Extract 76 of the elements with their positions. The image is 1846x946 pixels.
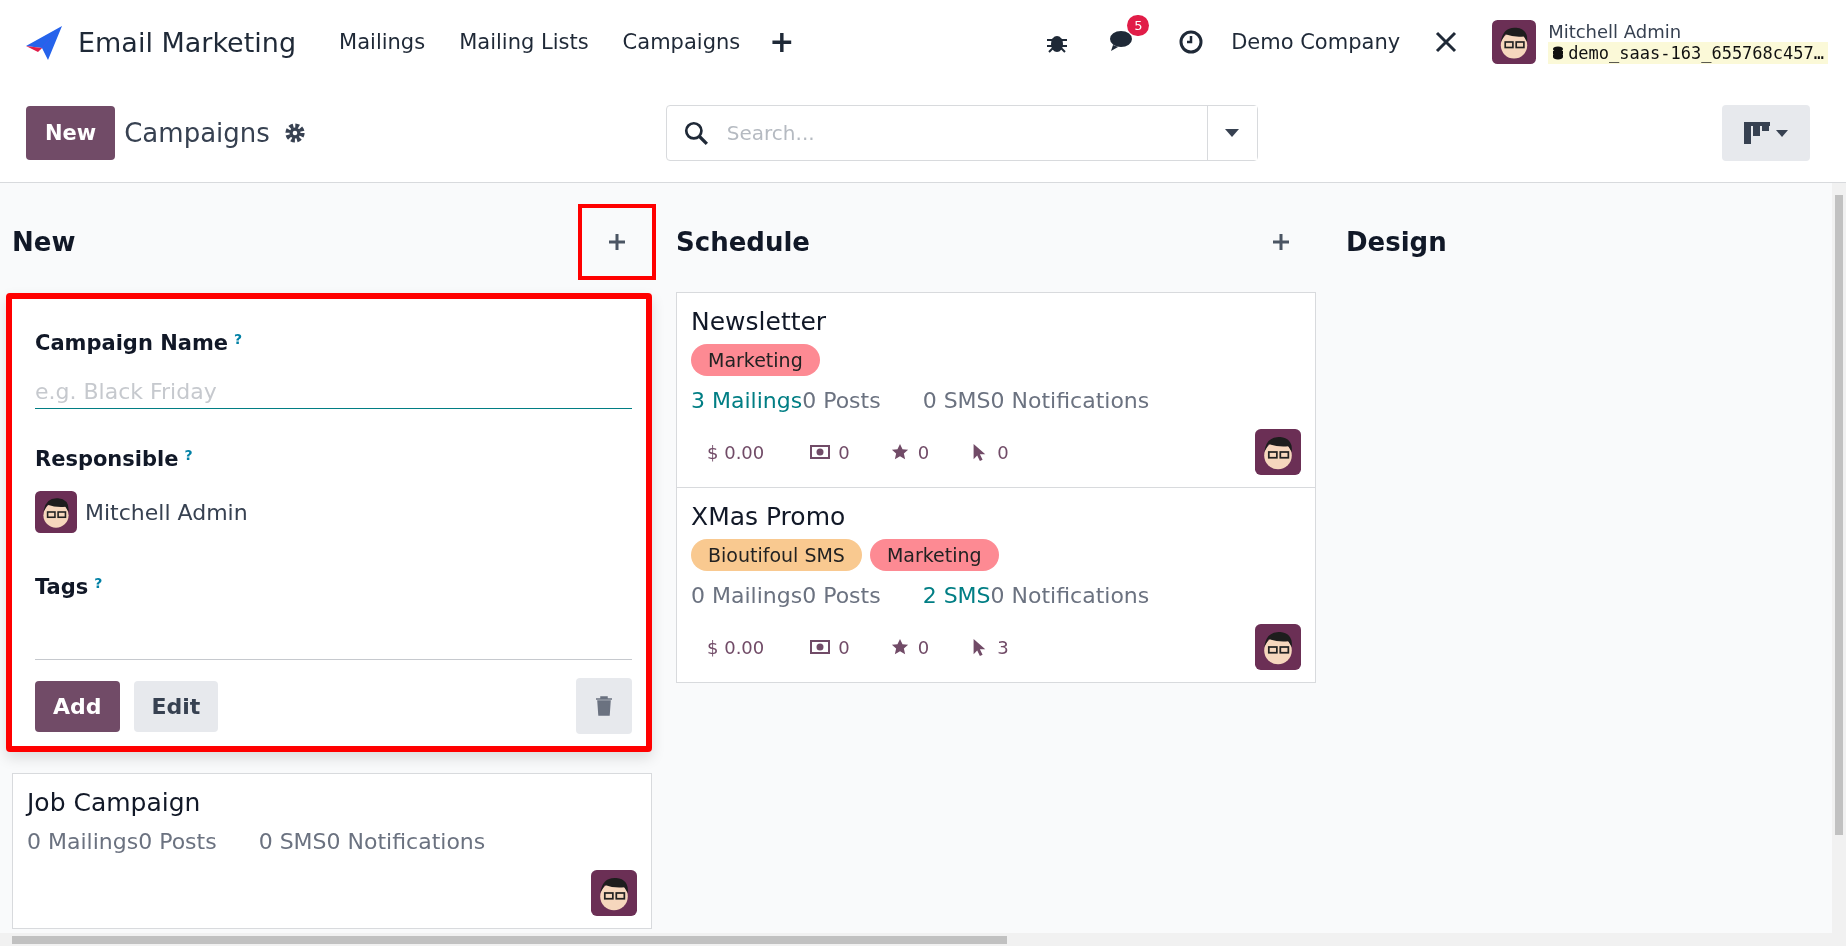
- app-name[interactable]: Email Marketing: [78, 26, 297, 58]
- page-title: Campaigns: [124, 118, 270, 148]
- help-icon[interactable]: ?: [234, 331, 243, 347]
- field-label: Responsible: [35, 447, 179, 471]
- menu-item[interactable]: Campaigns: [605, 22, 758, 62]
- avatar-icon: [591, 870, 637, 916]
- column-title: Design: [1346, 227, 1447, 257]
- plus-icon: [608, 233, 626, 251]
- avatar-icon: [1255, 429, 1301, 475]
- kanban-view-button[interactable]: [1722, 105, 1810, 161]
- avatar-icon: [1255, 624, 1301, 670]
- count-text[interactable]: 2 SMS: [922, 583, 991, 608]
- add-button[interactable]: Add: [35, 680, 120, 732]
- metric-value: 3: [997, 636, 1009, 658]
- metric-value: 0: [838, 441, 850, 463]
- column-title: New: [12, 227, 76, 257]
- search-field[interactable]: Search...: [724, 105, 1207, 161]
- search-options-button[interactable]: [1206, 106, 1257, 160]
- caret-icon: [1225, 129, 1240, 137]
- banknote-icon: [810, 638, 831, 656]
- count-text: 0 Mailings: [27, 829, 139, 854]
- metric-value: 0: [917, 441, 930, 463]
- help-icon[interactable]: ?: [184, 447, 193, 463]
- tag: Marketing: [869, 539, 999, 571]
- field-label: Campaign Name: [35, 331, 229, 355]
- count-text: 0 Posts: [802, 388, 881, 413]
- card-title: XMas Promo: [691, 502, 847, 531]
- notification-badge: 5: [1127, 15, 1150, 36]
- campaign-card[interactable]: Job Campaign 0 Mailings0 Posts 0 SMS0 Notifications: [12, 773, 652, 929]
- settings-icon[interactable]: [283, 122, 306, 144]
- avatar-icon: [35, 491, 77, 533]
- revenue-text: $ 0.00: [707, 636, 765, 658]
- metric-value: 0: [917, 636, 930, 658]
- column-title: Schedule: [676, 227, 810, 257]
- plus-icon: [1272, 233, 1290, 251]
- menu-item[interactable]: Mailing Lists: [442, 22, 606, 62]
- count-text: 0 SMS: [922, 388, 991, 413]
- caret-icon: [1776, 129, 1788, 137]
- add-menu-icon[interactable]: +: [757, 27, 807, 57]
- count-text: 0 Mailings: [691, 583, 803, 608]
- tag: Marketing: [691, 344, 820, 376]
- kanban-icon: [1744, 122, 1770, 144]
- new-button[interactable]: New: [26, 106, 116, 160]
- database-name: demo_saas-163_655768c457…: [1568, 42, 1824, 63]
- campaign-card[interactable]: XMas Promo Bioutifoul SMS Marketing 0 Mailings0 Posts 2 SMS0 Notifications $ 0.00 0 0 3: [676, 487, 1316, 683]
- menu-item[interactable]: Mailings: [322, 22, 443, 62]
- add-column-card-button[interactable]: [578, 204, 656, 280]
- name-field[interactable]: e.g. Black Friday: [35, 375, 632, 409]
- revenue-text: $ 0.00: [707, 441, 765, 463]
- count-text: 0 Notifications: [990, 388, 1150, 413]
- help-icon[interactable]: ?: [94, 575, 103, 591]
- count-text: 0 Notifications: [326, 829, 486, 854]
- card-title: Newsletter: [691, 307, 828, 336]
- responsible-name[interactable]: Mitchell Admin: [85, 499, 248, 525]
- count-text: 0 SMS: [258, 829, 327, 854]
- database-icon: [1552, 45, 1565, 60]
- avatar-icon: [1492, 20, 1537, 64]
- search-bar[interactable]: Search...: [665, 105, 1258, 161]
- delete-button[interactable]: [576, 678, 632, 734]
- company-name[interactable]: Demo Company: [1231, 30, 1401, 54]
- user-name[interactable]: Mitchell Admin: [1548, 20, 1828, 42]
- campaign-card[interactable]: Newsletter Marketing 3 Mailings0 Posts 0 SMS0 Notifications $ 0.00 0 0 0: [676, 292, 1316, 488]
- count-text: 0 Posts: [802, 583, 881, 608]
- edit-button[interactable]: Edit: [133, 680, 219, 732]
- metric-value: 0: [997, 441, 1009, 463]
- field-label: Tags: [35, 575, 89, 599]
- tag: Bioutifoul SMS: [691, 539, 862, 571]
- banknote-icon: [810, 443, 831, 461]
- card-title: Job Campaign: [27, 788, 202, 817]
- count-text: 0 Posts: [138, 829, 217, 854]
- metric-value: 0: [838, 636, 850, 658]
- search-icon: [682, 120, 709, 146]
- count-text: 0 Notifications: [990, 583, 1150, 608]
- count-text[interactable]: 3 Mailings: [691, 388, 803, 413]
- clock-icon[interactable]: [1179, 30, 1204, 54]
- trash-icon: [595, 696, 613, 716]
